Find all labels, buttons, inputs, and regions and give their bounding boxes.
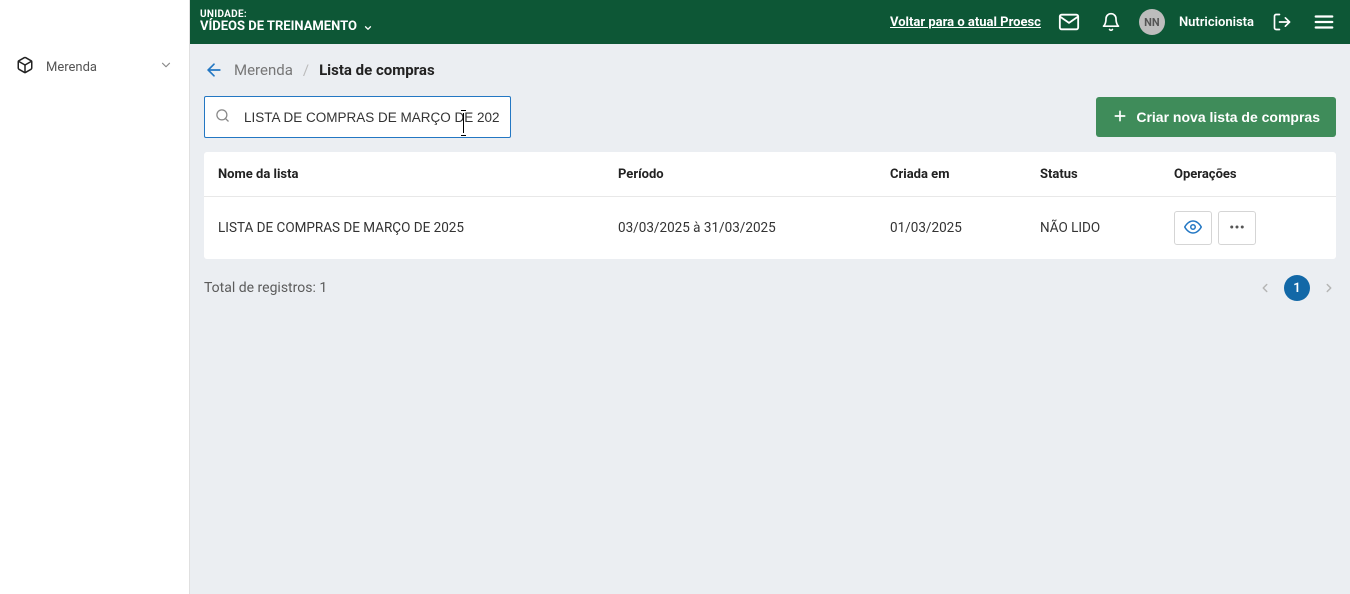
breadcrumb-parent[interactable]: Merenda — [234, 61, 293, 79]
topbar: UNIDADE: VÍDEOS DE TREINAMENTO Voltar pa… — [190, 0, 1350, 44]
main-content: UNIDADE: VÍDEOS DE TREINAMENTO Voltar pa… — [190, 0, 1350, 594]
logo-area — [0, 0, 189, 44]
th-name: Nome da lista — [218, 167, 618, 182]
view-button[interactable] — [1174, 211, 1212, 245]
sidebar-item-label: Merenda — [46, 60, 147, 75]
th-status: Status — [1040, 167, 1174, 182]
box-icon — [16, 56, 34, 78]
plus-icon — [1112, 108, 1128, 127]
table-row: LISTA DE COMPRAS DE MARÇO DE 2025 03/03/… — [204, 197, 1336, 259]
cell-name: LISTA DE COMPRAS DE MARÇO DE 2025 — [218, 220, 618, 236]
prev-page-button[interactable] — [1258, 281, 1272, 295]
next-page-button[interactable] — [1322, 281, 1336, 295]
bell-icon[interactable] — [1097, 8, 1125, 36]
toolbar: Criar nova lista de compras — [190, 96, 1350, 152]
user-name: Nutricionista — [1179, 15, 1254, 30]
back-arrow-icon[interactable] — [204, 60, 224, 80]
unit-name-text: VÍDEOS DE TREINAMENTO — [200, 20, 357, 35]
create-list-button[interactable]: Criar nova lista de compras — [1096, 97, 1336, 137]
th-period: Período — [618, 167, 890, 182]
mail-icon[interactable] — [1055, 8, 1083, 36]
avatar[interactable]: NN — [1139, 9, 1165, 35]
total-records: Total de registros: 1 — [204, 280, 327, 296]
chevron-down-icon — [363, 23, 373, 33]
chevron-down-icon — [159, 58, 173, 76]
back-to-proesc-link[interactable]: Voltar para o atual Proesc — [890, 15, 1041, 30]
breadcrumb: Merenda / Lista de compras — [190, 44, 1350, 96]
cell-status: NÃO LIDO — [1040, 220, 1174, 236]
cell-created: 01/03/2025 — [890, 220, 1040, 236]
table-header-row: Nome da lista Período Criada em Status O… — [204, 152, 1336, 197]
cell-period: 03/03/2025 à 31/03/2025 — [618, 220, 890, 236]
table-footer: Total de registros: 1 1 — [190, 259, 1350, 317]
search-wrapper — [204, 96, 511, 138]
logout-icon[interactable] — [1268, 8, 1296, 36]
search-input[interactable] — [244, 100, 500, 135]
breadcrumb-current: Lista de compras — [319, 61, 435, 79]
sidebar: Merenda — [0, 0, 190, 594]
pagination: 1 — [1258, 275, 1336, 301]
menu-icon[interactable] — [1310, 8, 1338, 36]
unit-selector[interactable]: UNIDADE: VÍDEOS DE TREINAMENTO — [200, 9, 373, 35]
page-number-1[interactable]: 1 — [1284, 275, 1310, 301]
th-created: Criada em — [890, 167, 1040, 182]
search-icon — [215, 108, 230, 127]
cell-ops — [1174, 211, 1322, 245]
breadcrumb-separator: / — [303, 61, 309, 79]
more-horizontal-icon — [1228, 218, 1246, 239]
shopping-list-table: Nome da lista Período Criada em Status O… — [204, 152, 1336, 259]
unit-name: VÍDEOS DE TREINAMENTO — [200, 20, 373, 35]
th-ops: Operações — [1174, 167, 1322, 182]
more-actions-button[interactable] — [1218, 211, 1256, 245]
create-list-label: Criar nova lista de compras — [1136, 109, 1320, 125]
eye-icon — [1184, 218, 1202, 239]
sidebar-item-merenda[interactable]: Merenda — [0, 44, 189, 90]
